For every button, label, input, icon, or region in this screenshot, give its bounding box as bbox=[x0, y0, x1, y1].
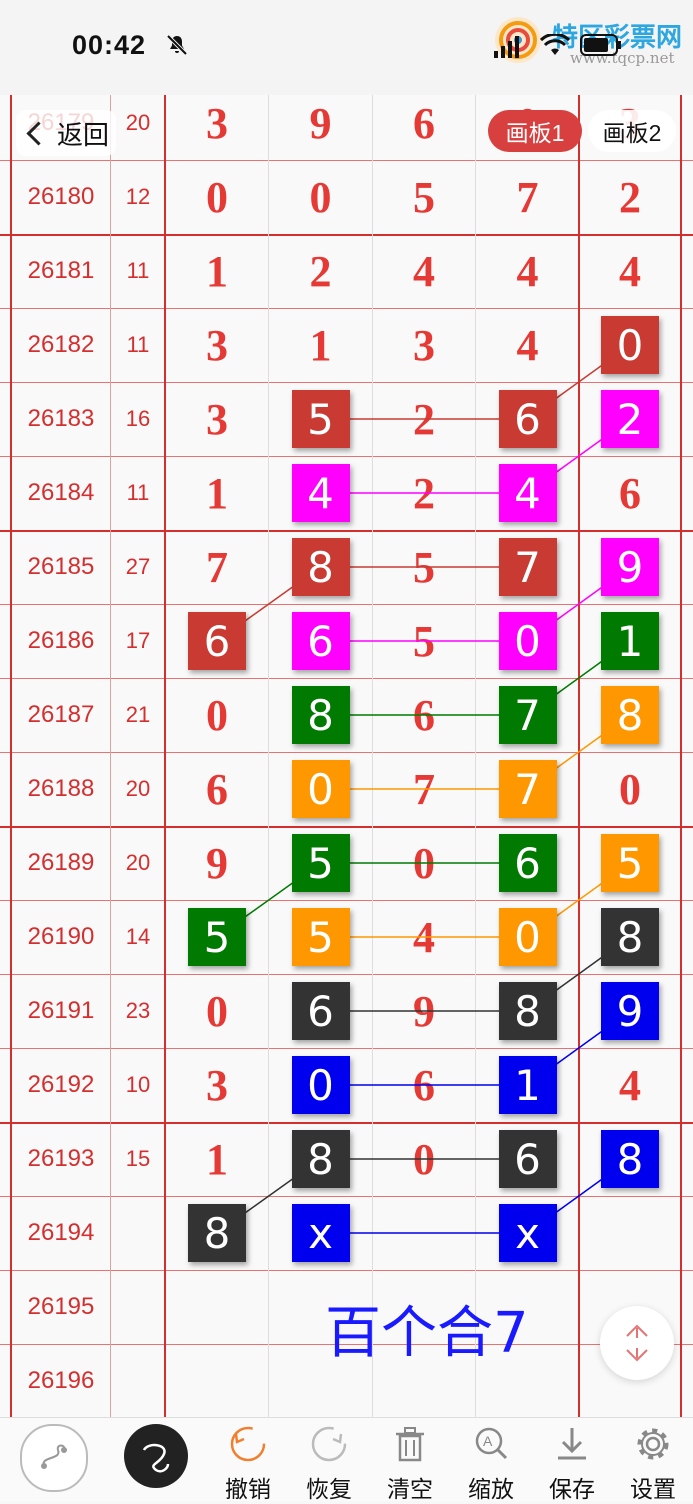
marked-digit[interactable]: 8 bbox=[188, 1204, 246, 1262]
marked-digit[interactable]: 8 bbox=[291, 538, 350, 596]
freehand-button[interactable] bbox=[124, 1424, 188, 1488]
marked-digit[interactable]: 4 bbox=[498, 464, 557, 522]
marked-digit[interactable]: 6 bbox=[498, 390, 557, 448]
marked-digit[interactable]: 8 bbox=[291, 1130, 350, 1188]
marked-digit[interactable]: 4 bbox=[291, 464, 350, 522]
pen-mode-button[interactable] bbox=[20, 1424, 88, 1492]
clear-button[interactable]: 清空 bbox=[370, 1422, 450, 1503]
bottom-toolbar: 撤销 恢复 清空 A 缩放 保存 设置 bbox=[0, 1417, 693, 1503]
handwritten-caption: 百个合7 bbox=[325, 1301, 529, 1366]
battery-icon bbox=[580, 34, 621, 56]
board-tabs: 画板1 画板2 bbox=[488, 110, 678, 152]
gear-icon bbox=[637, 1428, 669, 1460]
marked-digit[interactable]: 2 bbox=[601, 390, 659, 448]
undo-button[interactable]: 撤销 bbox=[208, 1422, 288, 1503]
curve-draw-icon bbox=[41, 1444, 67, 1469]
marked-digit[interactable]: 5 bbox=[601, 834, 659, 892]
marked-digit[interactable]: 8 bbox=[601, 1130, 659, 1188]
save-button[interactable]: 保存 bbox=[532, 1422, 612, 1503]
download-icon bbox=[558, 1428, 586, 1460]
marked-digit[interactable]: 9 bbox=[601, 538, 659, 596]
tab-board1[interactable]: 画板1 bbox=[488, 110, 582, 152]
marked-digit[interactable]: 6 bbox=[291, 982, 350, 1040]
redo-icon bbox=[311, 1426, 347, 1462]
marked-digit[interactable]: 6 bbox=[188, 612, 246, 670]
marked-digit[interactable]: 0 bbox=[291, 1056, 350, 1114]
marked-digit[interactable]: 5 bbox=[291, 390, 350, 448]
undo-icon bbox=[230, 1426, 266, 1462]
marked-digit[interactable]: 1 bbox=[601, 612, 659, 670]
bell-muted-icon bbox=[166, 34, 188, 56]
back-label: 返回 bbox=[57, 119, 110, 150]
status-time: 00:42 bbox=[72, 30, 147, 60]
undo-label: 撤销 bbox=[225, 1477, 271, 1503]
marked-digit[interactable]: 0 bbox=[601, 316, 659, 374]
marked-digit[interactable]: 1 bbox=[498, 1056, 557, 1114]
marked-digit[interactable]: 8 bbox=[498, 982, 557, 1040]
redo-label: 恢复 bbox=[306, 1477, 352, 1503]
zoom-button[interactable]: A 缩放 bbox=[451, 1422, 531, 1503]
marked-digit[interactable]: 5 bbox=[291, 908, 350, 966]
settings-label: 设置 bbox=[630, 1477, 676, 1503]
signal-icon bbox=[494, 36, 519, 58]
chevron-left-icon bbox=[26, 120, 51, 146]
marked-digit[interactable]: 9 bbox=[601, 982, 659, 1040]
status-bar: 00:42 特区彩票网 www.tqcp.net bbox=[0, 0, 693, 95]
marked-digit[interactable]: 7 bbox=[498, 760, 557, 818]
marked-digit[interactable]: 6 bbox=[291, 612, 350, 670]
freehand-icon bbox=[142, 1443, 170, 1473]
expand-vertical-icon bbox=[626, 1324, 648, 1362]
tab-board2[interactable]: 画板2 bbox=[588, 110, 676, 152]
marked-digit[interactable]: 0 bbox=[498, 908, 557, 966]
lottery-grid[interactable]: 2617920396032618012005722618111124442618… bbox=[0, 95, 693, 1417]
marked-digit[interactable]: 8 bbox=[601, 686, 659, 744]
marked-digit[interactable]: 7 bbox=[498, 686, 557, 744]
marked-digit[interactable]: 8 bbox=[601, 908, 659, 966]
back-button[interactable]: 返回 bbox=[16, 110, 116, 156]
marked-digit[interactable]: 6 bbox=[498, 1130, 557, 1188]
marked-digit[interactable]: x bbox=[291, 1204, 350, 1262]
zoom-label: 缩放 bbox=[468, 1477, 514, 1503]
svg-text:A: A bbox=[483, 1433, 493, 1449]
marked-digit[interactable]: 5 bbox=[188, 908, 246, 966]
zoom-icon: A bbox=[475, 1427, 508, 1460]
settings-button[interactable]: 设置 bbox=[613, 1422, 693, 1503]
scroll-toggle-button[interactable] bbox=[600, 1306, 674, 1380]
trash-icon bbox=[396, 1427, 424, 1462]
redo-button[interactable]: 恢复 bbox=[289, 1422, 369, 1503]
marked-digit[interactable]: 7 bbox=[498, 538, 557, 596]
clear-label: 清空 bbox=[387, 1477, 433, 1503]
wifi-icon bbox=[540, 34, 570, 55]
marked-digit[interactable]: 6 bbox=[498, 834, 557, 892]
save-label: 保存 bbox=[549, 1477, 595, 1503]
marked-digit[interactable]: 5 bbox=[291, 834, 350, 892]
marked-digit[interactable]: 0 bbox=[498, 612, 557, 670]
marked-digit[interactable]: 8 bbox=[291, 686, 350, 744]
marked-digit[interactable]: 0 bbox=[291, 760, 350, 818]
marked-digit[interactable]: x bbox=[498, 1204, 557, 1262]
